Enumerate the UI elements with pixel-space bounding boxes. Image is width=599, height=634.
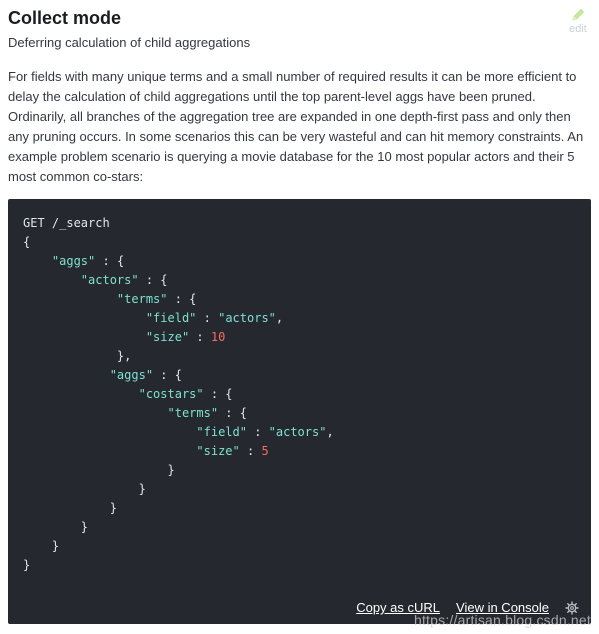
- description-paragraph: For fields with many unique terms and a …: [8, 69, 584, 184]
- code-number: 10: [210, 330, 226, 344]
- code-text: GET /_search { "aggs" : { "actors" : { "…: [23, 216, 334, 572]
- pencil-icon: [572, 8, 585, 21]
- section-subtitle: Deferring calculation of child aggregati…: [8, 35, 251, 50]
- code-snippet: GET /_search { "aggs" : { "actors" : { "…: [8, 199, 591, 624]
- request-line: GET /_search: [23, 216, 110, 230]
- code-key: "terms": [167, 406, 219, 420]
- watermark: https://artisan.blog.csdn.net: [413, 612, 591, 628]
- code-number: 5: [261, 444, 269, 458]
- code-key: "costars": [138, 387, 204, 401]
- edit-label[interactable]: edit: [565, 23, 591, 35]
- code-value: "actors": [268, 425, 327, 439]
- code-key: "actors": [80, 273, 139, 287]
- code-key: "size": [196, 444, 240, 458]
- code-value: "actors": [218, 311, 276, 325]
- edit-link[interactable]: edit: [565, 7, 591, 35]
- code-key: "field": [145, 311, 197, 325]
- code-key: "size": [145, 330, 190, 344]
- code-key: "field": [196, 425, 247, 439]
- code-key: "terms": [116, 292, 168, 306]
- code-key: "aggs": [109, 368, 154, 382]
- section-title: Collect mode: [8, 8, 122, 28]
- code-key: "aggs": [51, 254, 96, 268]
